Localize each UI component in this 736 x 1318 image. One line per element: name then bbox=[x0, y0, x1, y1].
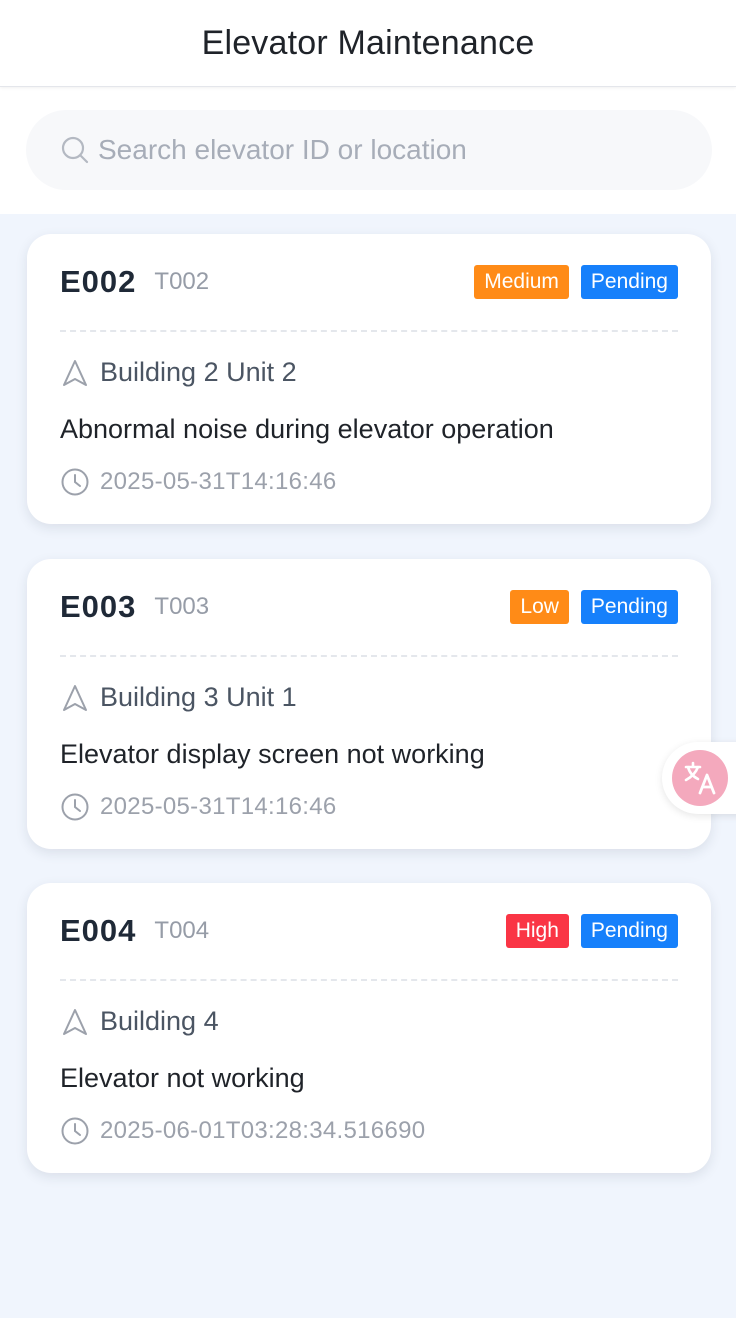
translate-floating-button[interactable] bbox=[662, 742, 736, 814]
status-badge: Pending bbox=[580, 914, 678, 948]
ticket-id: T002 bbox=[154, 268, 210, 295]
ticket-card[interactable]: E003 T003 Low Pending Building 3 Unit 1 … bbox=[27, 559, 711, 849]
divider bbox=[60, 330, 678, 332]
divider bbox=[60, 655, 678, 657]
divider bbox=[60, 979, 678, 981]
description-text: Elevator display screen not working bbox=[60, 739, 485, 769]
page-title: Elevator Maintenance bbox=[201, 23, 535, 62]
navigation-arrow-icon bbox=[60, 683, 90, 713]
clock-icon bbox=[60, 467, 90, 497]
translate-icon bbox=[672, 750, 728, 806]
ticket-id: T003 bbox=[154, 593, 210, 620]
priority-badge: Medium bbox=[474, 265, 569, 299]
elevator-id: E002 bbox=[60, 264, 137, 299]
clock-icon bbox=[60, 792, 90, 822]
timestamp: 2025-06-01T03:28:34.516690 bbox=[100, 1117, 426, 1144]
elevator-id: E003 bbox=[60, 589, 137, 624]
description-text: Abnormal noise during elevator operation bbox=[60, 414, 554, 444]
priority-badge: High bbox=[505, 914, 569, 948]
search-input[interactable] bbox=[98, 134, 658, 166]
status-badge: Pending bbox=[580, 590, 678, 624]
status-badge: Pending bbox=[580, 265, 678, 299]
ticket-card[interactable]: E002 T002 Medium Pending Building 2 Unit… bbox=[27, 234, 711, 524]
location-text: Building 3 Unit 1 bbox=[100, 682, 297, 712]
description-text: Elevator not working bbox=[60, 1063, 305, 1093]
location-text: Building 4 bbox=[100, 1006, 219, 1036]
priority-badge: Low bbox=[510, 590, 569, 624]
search-bar bbox=[0, 87, 736, 214]
ticket-card[interactable]: E004 T004 High Pending Building 4 Elevat… bbox=[27, 883, 711, 1173]
ticket-id: T004 bbox=[154, 917, 210, 944]
search-icon bbox=[60, 135, 90, 165]
navigation-arrow-icon bbox=[60, 358, 90, 388]
app-header: Elevator Maintenance bbox=[0, 0, 736, 87]
timestamp: 2025-05-31T14:16:46 bbox=[100, 468, 337, 495]
timestamp: 2025-05-31T14:16:46 bbox=[100, 793, 337, 820]
navigation-arrow-icon bbox=[60, 1007, 90, 1037]
clock-icon bbox=[60, 1116, 90, 1146]
search-field[interactable] bbox=[26, 110, 712, 190]
elevator-id: E004 bbox=[60, 913, 137, 948]
location-text: Building 2 Unit 2 bbox=[100, 357, 297, 387]
